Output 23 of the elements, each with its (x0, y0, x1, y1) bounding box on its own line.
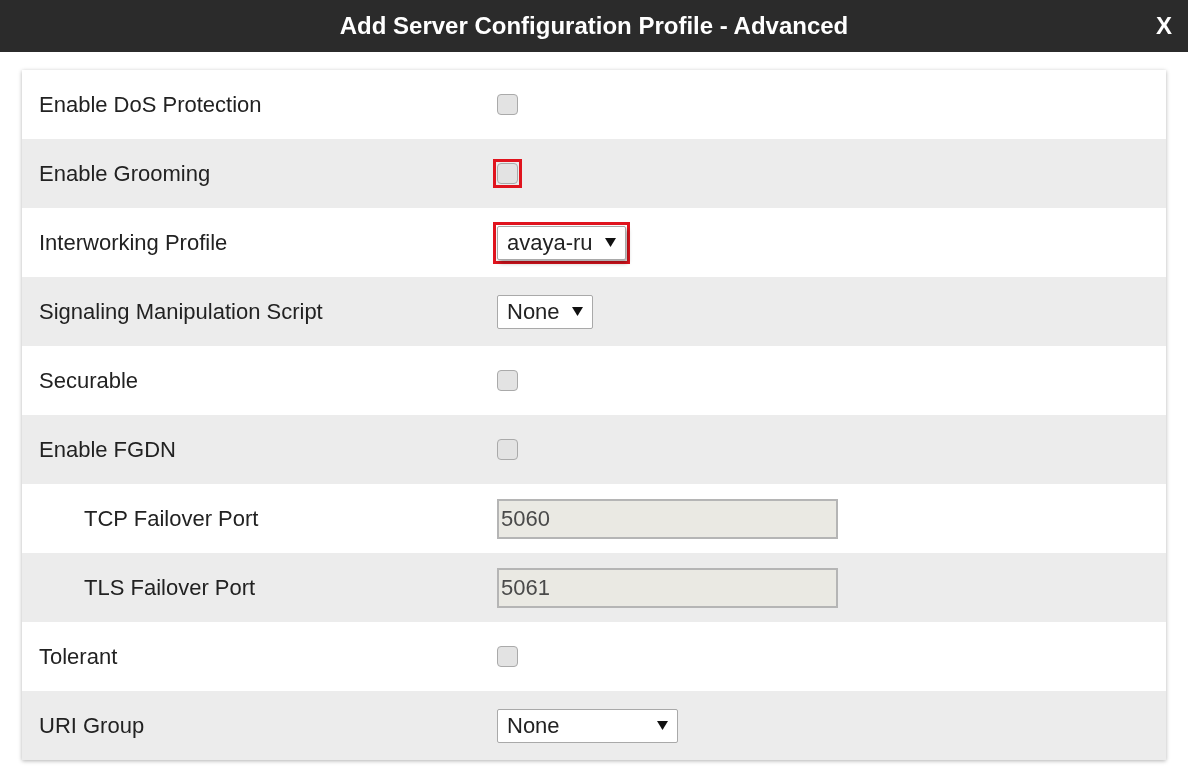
dropdown[interactable]: avaya-ru (497, 225, 626, 260)
checkbox[interactable] (497, 646, 518, 667)
field-label: TCP Failover Port (83, 505, 260, 533)
checkbox[interactable] (497, 370, 518, 391)
field-label: URI Group (38, 712, 146, 740)
checkbox[interactable] (497, 439, 518, 460)
field-label: Securable (38, 367, 140, 395)
field-label: TLS Failover Port (83, 574, 257, 602)
dropdown[interactable]: None (497, 708, 678, 743)
field-label: Interworking Profile (38, 229, 229, 257)
checkbox[interactable] (497, 163, 518, 184)
dropdown-arrow-icon (571, 306, 583, 317)
window-title: Add Server Configuration Profile - Advanced (339, 11, 849, 41)
field-label: Signaling Manipulation Script (38, 298, 324, 326)
field-label: Enable FGDN (38, 436, 177, 464)
dropdown[interactable]: None (497, 294, 593, 329)
field-label: Enable DoS Protection (38, 91, 263, 119)
dropdown-arrow-icon (657, 720, 668, 731)
field-label: Enable Grooming (38, 160, 212, 188)
checkbox[interactable] (497, 94, 518, 115)
close-button[interactable]: X (1156, 8, 1172, 44)
field-label: Tolerant (38, 643, 119, 671)
dropdown-arrow-icon (604, 237, 616, 248)
